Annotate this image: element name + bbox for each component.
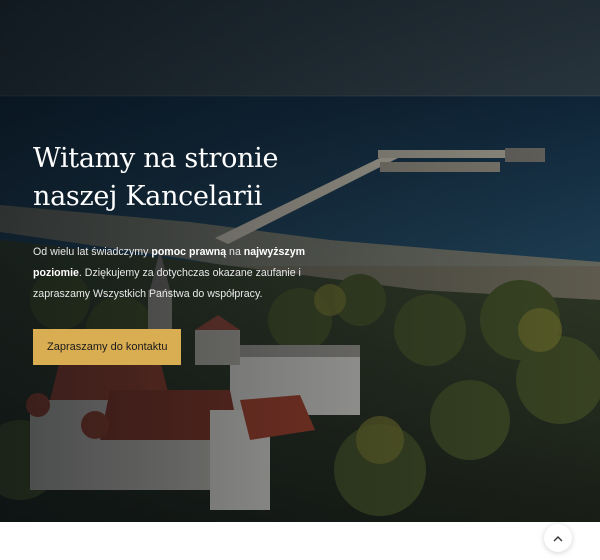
- hero-title: Witamy na stronie naszej Kancelarii: [33, 140, 323, 216]
- hero-title-line-1: Witamy na stronie: [33, 143, 279, 174]
- scroll-to-top-button[interactable]: [544, 524, 572, 552]
- hero-section: Witamy na stronie naszej Kancelarii Od w…: [0, 0, 600, 522]
- intro-part-1: Od wielu lat świadczymy: [33, 246, 152, 258]
- contact-cta-button[interactable]: Zapraszamy do kontaktu: [33, 329, 182, 365]
- hero-content: Witamy na stronie naszej Kancelarii Od w…: [33, 140, 323, 365]
- hero-intro-text: Od wielu lat świadczymy pomoc prawną na …: [33, 242, 323, 305]
- intro-bold-1: pomoc prawną: [151, 246, 227, 258]
- hero-title-line-2: naszej Kancelarii: [33, 181, 263, 212]
- chevron-up-icon: [553, 535, 563, 541]
- intro-part-2: na: [226, 246, 244, 258]
